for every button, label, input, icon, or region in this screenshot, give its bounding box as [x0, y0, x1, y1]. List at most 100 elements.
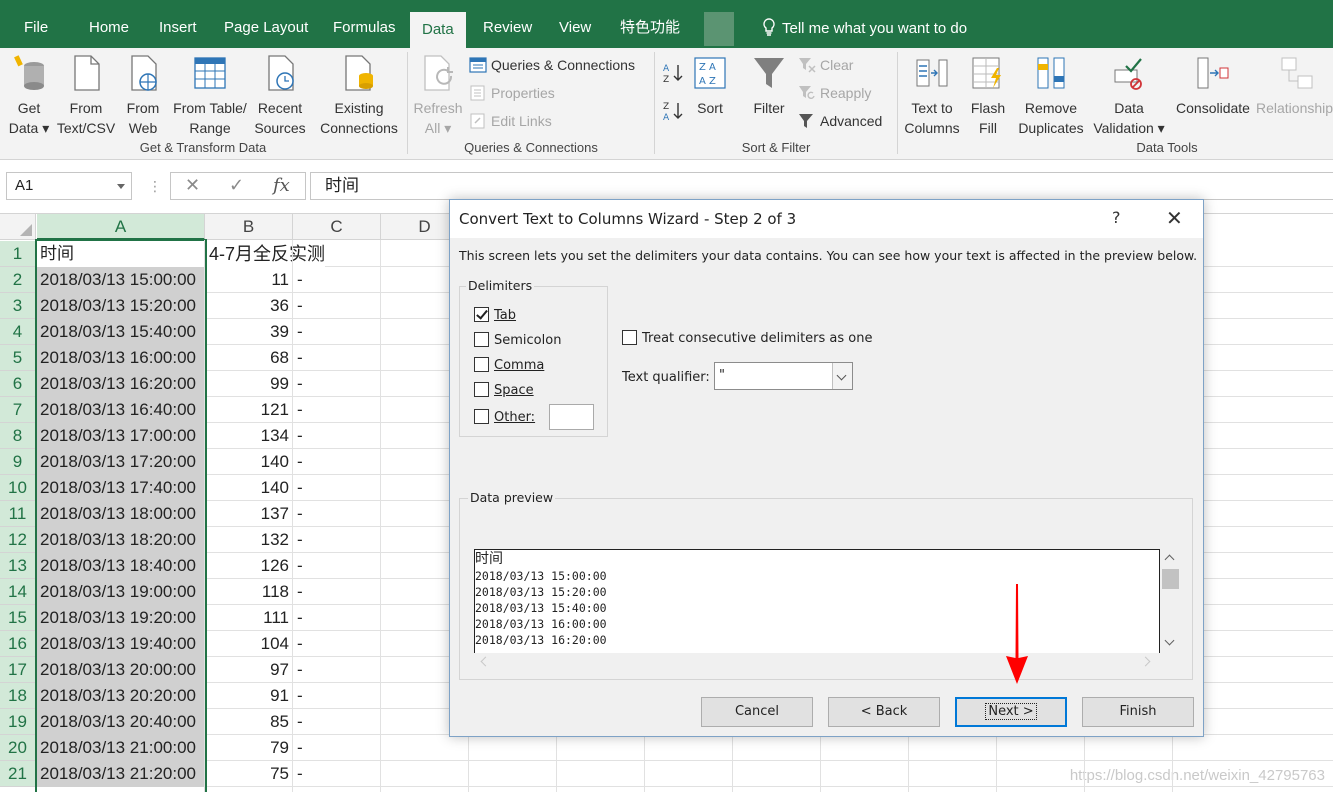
- cell-b[interactable]: 79: [206, 735, 293, 761]
- cell-b[interactable]: 11: [206, 267, 293, 293]
- cell-a[interactable]: 2018/03/13 20:20:00: [37, 683, 205, 709]
- tell-me-search[interactable]: Tell me what you want to do: [762, 10, 967, 48]
- queries-connections-button[interactable]: Queries & Connections: [469, 54, 635, 76]
- cell-b[interactable]: 118: [206, 579, 293, 605]
- get-data-button[interactable]: Get Data ▾: [6, 54, 52, 138]
- cell-c[interactable]: -: [294, 527, 381, 553]
- refresh-all-button[interactable]: Refresh All ▾: [412, 54, 464, 138]
- cell-c[interactable]: -: [294, 475, 381, 501]
- cell-c[interactable]: -: [294, 579, 381, 605]
- cell-c[interactable]: -: [294, 267, 381, 293]
- cell-a[interactable]: 2018/03/13 18:20:00: [37, 527, 205, 553]
- enter-check-icon[interactable]: ✓: [229, 175, 244, 196]
- cell-c[interactable]: -: [294, 501, 381, 527]
- cell-a[interactable]: 2018/03/13 21:20:00: [37, 761, 205, 787]
- cell-c[interactable]: -: [294, 709, 381, 735]
- cell-a[interactable]: 2018/03/13 15:20:00: [37, 293, 205, 319]
- space-checkbox[interactable]: [474, 382, 489, 397]
- other-checkbox[interactable]: [474, 409, 489, 424]
- comma-checkbox-row[interactable]: Comma: [474, 357, 544, 375]
- cell-c[interactable]: -: [294, 631, 381, 657]
- row-header[interactable]: 7: [0, 397, 36, 423]
- row-header[interactable]: 9: [0, 449, 36, 475]
- cell-b[interactable]: 39: [206, 319, 293, 345]
- other-checkbox-row[interactable]: Other:: [474, 409, 535, 427]
- tab-data[interactable]: Data: [410, 12, 466, 48]
- cell-c[interactable]: -: [294, 735, 381, 761]
- row-header[interactable]: 20: [0, 735, 36, 761]
- row-header[interactable]: 21: [0, 761, 36, 787]
- cell-b[interactable]: 140: [206, 449, 293, 475]
- semicolon-checkbox-row[interactable]: Semicolon: [474, 332, 561, 350]
- cell-a[interactable]: 2018/03/13 15:40:00: [37, 319, 205, 345]
- consolidate-button[interactable]: Consolidate: [1172, 54, 1254, 118]
- cell-b[interactable]: 36: [206, 293, 293, 319]
- cell-a[interactable]: 2018/03/13 17:00:00: [37, 423, 205, 449]
- cell-c[interactable]: -: [294, 345, 381, 371]
- cell-c[interactable]: -: [294, 657, 381, 683]
- cell-a[interactable]: 2018/03/13 20:40:00: [37, 709, 205, 735]
- cell-b[interactable]: 134: [206, 423, 293, 449]
- filter-button[interactable]: Filter: [748, 54, 790, 118]
- cell-a[interactable]: 2018/03/13 17:40:00: [37, 475, 205, 501]
- cell-c[interactable]: -: [294, 605, 381, 631]
- sort-a-z-icon[interactable]: AZ: [662, 62, 684, 84]
- cell-b[interactable]: 121: [206, 397, 293, 423]
- column-header-a[interactable]: A: [37, 214, 205, 240]
- data-preview-area[interactable]: 时间 2018/03/13 15:00:00 2018/03/13 15:20:00…: [474, 549, 1160, 653]
- insert-function-icon[interactable]: fx: [273, 175, 290, 196]
- cell-c[interactable]: -: [294, 397, 381, 423]
- consecutive-delimiters-row[interactable]: Treat consecutive delimiters as one: [622, 330, 872, 346]
- scroll-up-icon[interactable]: [1164, 554, 1175, 565]
- finish-button[interactable]: Finish: [1082, 697, 1194, 727]
- consecutive-delimiters-checkbox[interactable]: [622, 330, 637, 345]
- semicolon-checkbox[interactable]: [474, 332, 489, 347]
- cell-a[interactable]: 2018/03/13 17:20:00: [37, 449, 205, 475]
- row-header[interactable]: 13: [0, 553, 36, 579]
- cell-a[interactable]: 2018/03/13 19:40:00: [37, 631, 205, 657]
- row-header[interactable]: 18: [0, 683, 36, 709]
- text-qualifier-select[interactable]: ": [714, 362, 853, 390]
- cell-a[interactable]: 时间: [37, 241, 205, 267]
- sort-button[interactable]: Z A A Z Sort: [690, 54, 730, 118]
- close-icon[interactable]: ✕: [1166, 206, 1183, 230]
- row-header[interactable]: 16: [0, 631, 36, 657]
- cell-b[interactable]: 137: [206, 501, 293, 527]
- reapply-button[interactable]: Reapply: [798, 82, 871, 104]
- comma-checkbox[interactable]: [474, 357, 489, 372]
- cell-c[interactable]: -: [294, 449, 381, 475]
- row-header[interactable]: 2: [0, 267, 36, 293]
- cell-c[interactable]: -: [294, 553, 381, 579]
- properties-button[interactable]: Properties: [469, 82, 555, 104]
- cell-a[interactable]: 2018/03/13 16:40:00: [37, 397, 205, 423]
- cell-c[interactable]: -: [294, 319, 381, 345]
- cell-a[interactable]: 2018/03/13 20:00:00: [37, 657, 205, 683]
- name-box-dropdown-icon[interactable]: [117, 184, 125, 189]
- tab-view[interactable]: View: [547, 10, 603, 48]
- row-header[interactable]: 1: [0, 241, 36, 267]
- cell-b[interactable]: 85: [206, 709, 293, 735]
- cell-b[interactable]: 99: [206, 371, 293, 397]
- row-header[interactable]: 4: [0, 319, 36, 345]
- tab-checkbox[interactable]: [474, 307, 489, 322]
- row-header[interactable]: 14: [0, 579, 36, 605]
- scroll-down-icon[interactable]: [1164, 635, 1175, 646]
- text-to-columns-button[interactable]: Text to Columns: [902, 54, 962, 138]
- edit-links-button[interactable]: Edit Links: [469, 110, 552, 132]
- data-validation-button[interactable]: Data Validation ▾: [1088, 54, 1170, 138]
- formula-input[interactable]: 时间: [310, 172, 1333, 200]
- tab-special[interactable]: 特色功能: [608, 10, 692, 48]
- cell-a[interactable]: 2018/03/13 19:20:00: [37, 605, 205, 631]
- cell-c[interactable]: -: [294, 683, 381, 709]
- existing-connections-button[interactable]: Existing Connections: [316, 54, 402, 138]
- cell-a[interactable]: 2018/03/13 19:00:00: [37, 579, 205, 605]
- row-header[interactable]: 17: [0, 657, 36, 683]
- scroll-thumb[interactable]: [1162, 569, 1179, 589]
- tab-file[interactable]: File: [12, 10, 60, 48]
- row-header[interactable]: 5: [0, 345, 36, 371]
- from-table-range-button[interactable]: From Table/ Range: [168, 54, 252, 138]
- row-header[interactable]: 19: [0, 709, 36, 735]
- recent-sources-button[interactable]: Recent Sources: [254, 54, 306, 138]
- cell-b[interactable]: 104: [206, 631, 293, 657]
- cell-c[interactable]: -: [294, 371, 381, 397]
